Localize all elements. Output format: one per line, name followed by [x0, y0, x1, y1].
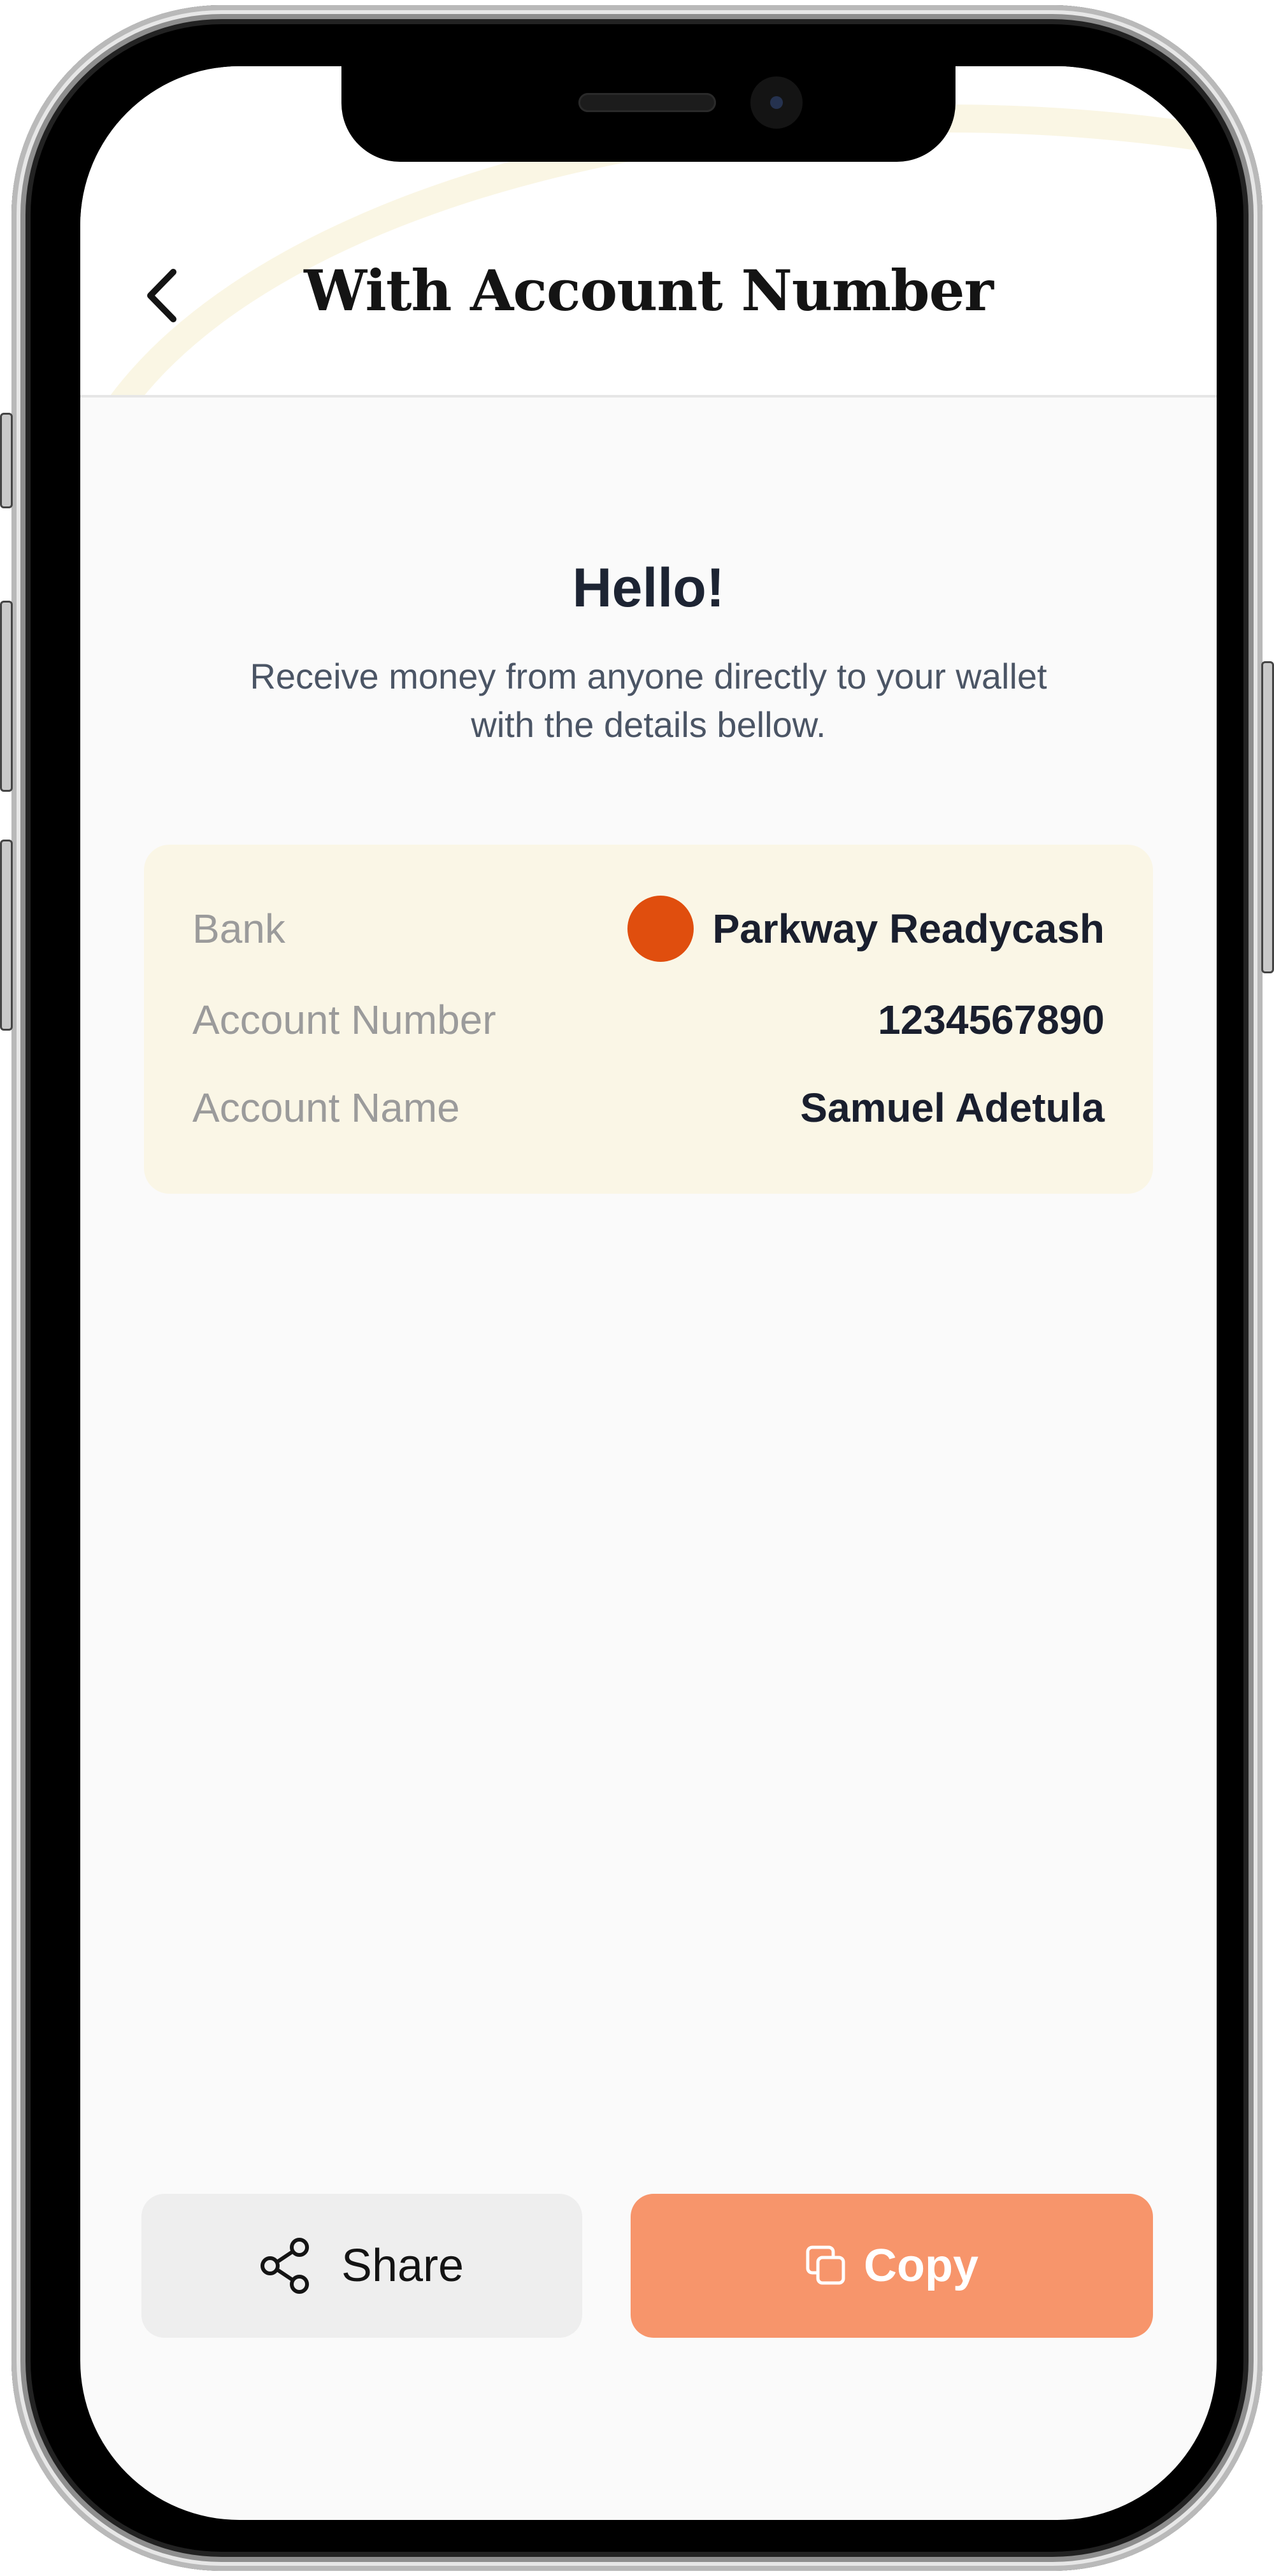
volume-up-button: [0, 601, 13, 792]
power-button: [1261, 661, 1274, 973]
account-name-label: Account Name: [192, 1085, 460, 1131]
copy-icon: [805, 2245, 847, 2287]
volume-down-button: [0, 840, 13, 1031]
bank-logo-icon: [627, 896, 694, 962]
account-details-card: Bank Parkway Readycash Account Number 12…: [144, 845, 1153, 1194]
share-button[interactable]: Share: [141, 2194, 582, 2338]
bank-label: Bank: [192, 906, 285, 952]
bank-name: Parkway Readycash: [712, 906, 1105, 952]
speaker-grille: [578, 93, 716, 112]
phone-frame: With Account Number Hello! Receive money…: [0, 5, 1274, 2571]
bank-value: Parkway Readycash: [627, 896, 1105, 962]
front-camera: [750, 76, 803, 129]
mute-switch: [0, 413, 13, 508]
app-screen: With Account Number Hello! Receive money…: [80, 66, 1217, 2520]
page-title: With Account Number: [304, 257, 994, 324]
account-number-row: Account Number 1234567890: [192, 991, 1105, 1048]
share-label: Share: [341, 2240, 464, 2291]
share-icon: [260, 2237, 313, 2294]
copy-label: Copy: [864, 2240, 978, 2291]
account-name-value: Samuel Adetula: [800, 1085, 1105, 1131]
greeting-heading: Hello!: [572, 557, 725, 619]
bank-row: Bank Parkway Readycash: [192, 896, 1105, 962]
notch: [341, 66, 956, 162]
greeting-subtitle: Receive money from anyone directly to yo…: [250, 656, 1047, 745]
account-number-value: 1234567890: [878, 997, 1105, 1043]
account-number-label: Account Number: [192, 997, 496, 1043]
account-name-row: Account Name Samuel Adetula: [192, 1079, 1105, 1136]
copy-button[interactable]: Copy: [631, 2194, 1153, 2338]
